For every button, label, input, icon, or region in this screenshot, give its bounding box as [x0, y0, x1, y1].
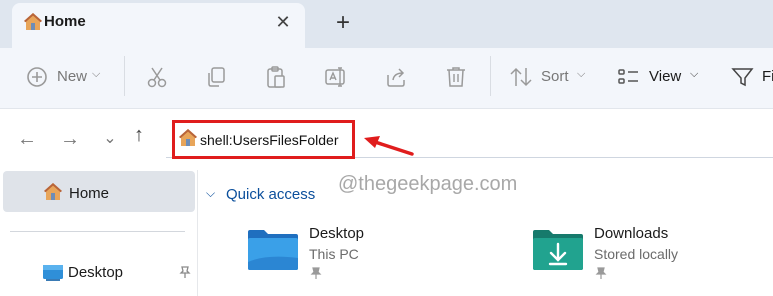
- close-tab-icon[interactable]: ✕: [268, 9, 298, 35]
- pin-icon: [310, 267, 322, 279]
- annotation-arrow-icon: [364, 136, 414, 156]
- home-icon: [44, 183, 62, 200]
- new-label: New: [57, 68, 88, 85]
- quick-access-header[interactable]: Quick access: [226, 186, 315, 203]
- chevron-down-icon: ⌵: [690, 68, 699, 80]
- rename-icon[interactable]: [323, 64, 349, 90]
- view-icon: [618, 69, 638, 84]
- sidebar-divider: [10, 231, 185, 232]
- item-name: Desktop: [309, 225, 365, 242]
- cut-icon[interactable]: [144, 64, 170, 90]
- tab-title: Home: [44, 13, 86, 30]
- chevron-down-icon: ⌵: [92, 68, 101, 80]
- item-location: This PC: [309, 246, 359, 262]
- sort-label: Sort: [541, 68, 569, 85]
- toolbar-divider: [490, 56, 491, 96]
- chevron-down-icon: ⌵: [577, 68, 586, 80]
- chevron-down-icon[interactable]: ⌵: [206, 186, 215, 201]
- filter-icon[interactable]: [730, 64, 756, 90]
- item-location: Stored locally: [594, 246, 679, 262]
- desktop-folder-icon: [248, 230, 298, 270]
- downloads-folder-icon: [533, 230, 583, 270]
- up-button[interactable]: ↑: [124, 120, 154, 150]
- share-icon[interactable]: [383, 64, 409, 90]
- watermark: @thegeekpage.com: [338, 173, 518, 195]
- sort-icon: [510, 67, 532, 87]
- item-name: Downloads: [594, 225, 669, 242]
- delete-icon[interactable]: [443, 64, 469, 90]
- copy-icon[interactable]: [203, 64, 229, 90]
- annotation-highlight-box: [172, 120, 355, 159]
- pin-icon: [595, 267, 607, 279]
- recent-locations-button[interactable]: ⌄: [95, 124, 125, 154]
- sidebar-item-label: Home: [69, 185, 110, 202]
- plus-circle-icon: [27, 67, 47, 87]
- pin-icon[interactable]: [178, 265, 192, 279]
- paste-icon[interactable]: [263, 64, 289, 90]
- filter-label: Fi: [762, 68, 773, 85]
- toolbar-divider: [124, 56, 125, 96]
- new-tab-button[interactable]: +: [328, 8, 358, 38]
- back-button[interactable]: ←: [12, 124, 42, 154]
- view-label: View: [649, 68, 682, 85]
- forward-button[interactable]: →: [55, 124, 85, 154]
- sidebar-item-label: Desktop: [68, 264, 124, 281]
- sidebar-splitter[interactable]: [197, 170, 198, 296]
- home-icon: [24, 13, 42, 30]
- desktop-icon: [43, 265, 63, 281]
